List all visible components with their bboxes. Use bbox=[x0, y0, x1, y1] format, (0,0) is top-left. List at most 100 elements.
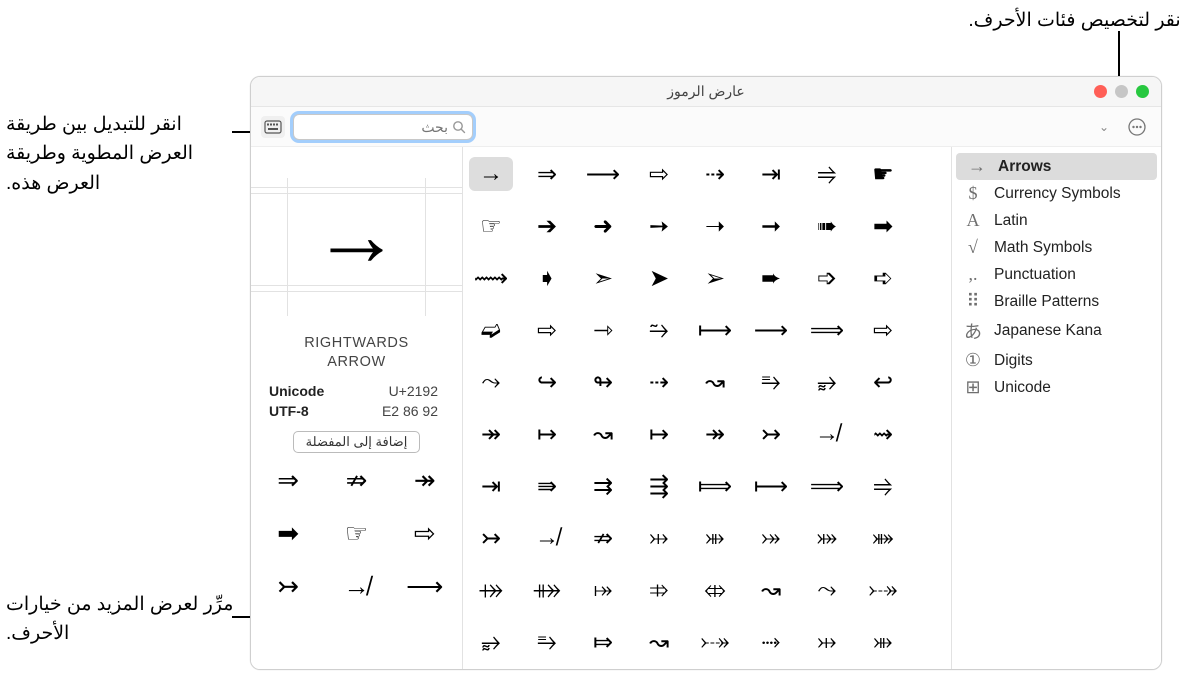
character-cell[interactable]: ⇶ bbox=[637, 469, 681, 503]
character-cell[interactable]: ↠ bbox=[469, 417, 513, 451]
character-cell[interactable]: ⤁ bbox=[525, 573, 569, 607]
character-cell[interactable]: ↬ bbox=[581, 365, 625, 399]
category-braille-patterns[interactable]: ⠿Braille Patterns bbox=[952, 288, 1161, 315]
character-cell[interactable]: ⤖ bbox=[749, 521, 793, 555]
character-cell[interactable]: ⇒ bbox=[525, 157, 569, 191]
character-cell[interactable]: ⤃ bbox=[637, 573, 681, 607]
character-cell[interactable]: ➣ bbox=[581, 261, 625, 295]
character-cell[interactable]: ⤑ bbox=[749, 625, 793, 659]
character-cell[interactable]: ↦ bbox=[525, 417, 569, 451]
character-cell[interactable]: ⇛ bbox=[525, 469, 569, 503]
character-cell[interactable]: ↩ bbox=[861, 365, 905, 399]
category-currency-symbols[interactable]: $Currency Symbols bbox=[952, 180, 1161, 207]
character-cell[interactable]: ☞ bbox=[469, 209, 513, 243]
window-minimize-button[interactable] bbox=[1115, 85, 1128, 98]
character-cell[interactable]: ➢ bbox=[693, 261, 737, 295]
character-cell[interactable]: ⤳ bbox=[805, 573, 849, 607]
search-field[interactable] bbox=[293, 114, 473, 140]
character-cell[interactable]: ↠ bbox=[693, 417, 737, 451]
variant-glyph[interactable]: ⇏ bbox=[335, 465, 377, 496]
character-cell[interactable]: ⇨ bbox=[525, 313, 569, 347]
character-cell[interactable]: ⟹ bbox=[805, 469, 849, 503]
character-cell[interactable]: ⟾ bbox=[693, 469, 737, 503]
category-arrows[interactable]: →Arrows bbox=[956, 153, 1157, 180]
character-cell[interactable]: ⇥ bbox=[469, 469, 513, 503]
toggle-view-button[interactable] bbox=[261, 116, 285, 138]
character-cell[interactable]: ➜ bbox=[581, 209, 625, 243]
character-cell[interactable]: ⇉ bbox=[581, 469, 625, 503]
character-cell[interactable]: ↛ bbox=[525, 521, 569, 555]
category-digits[interactable]: ①Digits bbox=[952, 347, 1161, 374]
character-cell[interactable]: ⥱ bbox=[749, 365, 793, 399]
variant-glyph[interactable]: ⇨ bbox=[404, 518, 446, 549]
character-cell[interactable]: ⤐ bbox=[693, 625, 737, 659]
character-cell[interactable]: ⥵ bbox=[805, 365, 849, 399]
category-japanese-kana[interactable]: あJapanese Kana bbox=[952, 315, 1161, 347]
character-cell[interactable]: ➤ bbox=[637, 261, 681, 295]
variant-glyph[interactable]: ☞ bbox=[335, 518, 377, 549]
character-cell[interactable]: ⤀ bbox=[469, 573, 513, 607]
character-cell[interactable]: ⇥ bbox=[749, 157, 793, 191]
character-cell[interactable]: ⇏ bbox=[581, 521, 625, 555]
variant-glyph[interactable]: ↣ bbox=[267, 571, 309, 602]
character-cell[interactable]: ⟶ bbox=[581, 157, 625, 191]
character-cell[interactable]: ⥵ bbox=[469, 625, 513, 659]
font-variants[interactable]: ⇒⇏↠➡☞⇨↣↛⟶ bbox=[251, 459, 462, 602]
character-cell[interactable]: ⤕ bbox=[861, 625, 905, 659]
character-cell[interactable]: ↦ bbox=[637, 417, 681, 451]
character-cell[interactable]: ⟼ bbox=[749, 469, 793, 503]
character-cell[interactable]: ⥤ bbox=[861, 469, 905, 503]
character-cell[interactable]: ⤔ bbox=[805, 625, 849, 659]
character-cell[interactable]: ⤕ bbox=[693, 521, 737, 555]
add-to-favorites-button[interactable]: إضافة إلى المفضلة bbox=[293, 431, 421, 453]
character-cell[interactable]: ➪ bbox=[861, 261, 905, 295]
character-cell[interactable]: ➩ bbox=[805, 261, 849, 295]
character-cell[interactable]: ⤅ bbox=[581, 573, 625, 607]
actions-menu-button[interactable] bbox=[1123, 115, 1151, 139]
character-cell[interactable]: ⇨ bbox=[861, 313, 905, 347]
character-cell[interactable]: ↝ bbox=[581, 417, 625, 451]
character-cell[interactable]: ↝ bbox=[749, 573, 793, 607]
character-cell[interactable]: ↣ bbox=[749, 417, 793, 451]
character-cell[interactable]: ↪ bbox=[525, 365, 569, 399]
character-cell[interactable]: ⤐ bbox=[861, 573, 905, 607]
category-punctuation[interactable]: .,Punctuation bbox=[952, 261, 1161, 288]
character-cell[interactable]: ⤇ bbox=[581, 625, 625, 659]
character-cell[interactable]: ➞ bbox=[749, 209, 793, 243]
character-cell[interactable]: ⟹ bbox=[805, 313, 849, 347]
window-close-button[interactable] bbox=[1094, 85, 1107, 98]
character-cell[interactable]: ↝ bbox=[693, 365, 737, 399]
character-cell[interactable]: ⤔ bbox=[637, 521, 681, 555]
character-cell[interactable]: ⇨ bbox=[637, 157, 681, 191]
character-cell[interactable]: ⥲ bbox=[637, 313, 681, 347]
character-cell[interactable]: ➙ bbox=[637, 209, 681, 243]
character-cell[interactable]: ➠ bbox=[805, 209, 849, 243]
window-maximize-button[interactable] bbox=[1136, 85, 1149, 98]
character-cell[interactable]: ↝ bbox=[637, 625, 681, 659]
variant-glyph[interactable]: ↠ bbox=[404, 465, 446, 496]
character-cell[interactable]: ⤘ bbox=[861, 521, 905, 555]
character-cell[interactable]: ⟼ bbox=[693, 313, 737, 347]
character-cell[interactable]: ↣ bbox=[469, 521, 513, 555]
character-cell[interactable]: ➧ bbox=[525, 261, 569, 295]
character-cell[interactable]: → bbox=[469, 157, 513, 191]
character-cell[interactable]: ⇢ bbox=[693, 157, 737, 191]
character-grid[interactable]: →⇒⟶⇨⇢⇥⥤☛☞➔➜➙➝➞➠➡⟿➧➣➤➢➨➩➪➫⇨⇾⥲⟼⟶⟹⇨⤳↪↬⇢↝⥱⥵↩… bbox=[463, 147, 951, 669]
character-cell[interactable]: ➡ bbox=[861, 209, 905, 243]
variant-glyph[interactable]: ↛ bbox=[335, 571, 377, 602]
character-cell[interactable]: ⤄ bbox=[693, 573, 737, 607]
character-cell[interactable]: ☛ bbox=[861, 157, 905, 191]
character-cell[interactable]: ⇾ bbox=[581, 313, 625, 347]
category-math-symbols[interactable]: √Math Symbols bbox=[952, 234, 1161, 261]
character-cell[interactable]: ⤳ bbox=[469, 365, 513, 399]
category-unicode[interactable]: ⊞Unicode bbox=[952, 374, 1161, 401]
variant-glyph[interactable]: ⟶ bbox=[404, 571, 446, 602]
character-cell[interactable]: ↛ bbox=[805, 417, 849, 451]
search-input[interactable] bbox=[267, 119, 448, 135]
character-cell[interactable]: ⇝ bbox=[861, 417, 905, 451]
character-cell[interactable]: ➔ bbox=[525, 209, 569, 243]
variant-glyph[interactable]: ⇒ bbox=[267, 465, 309, 496]
character-cell[interactable]: ⥱ bbox=[525, 625, 569, 659]
character-cell[interactable]: ➫ bbox=[469, 313, 513, 347]
character-cell[interactable]: ⟶ bbox=[749, 313, 793, 347]
